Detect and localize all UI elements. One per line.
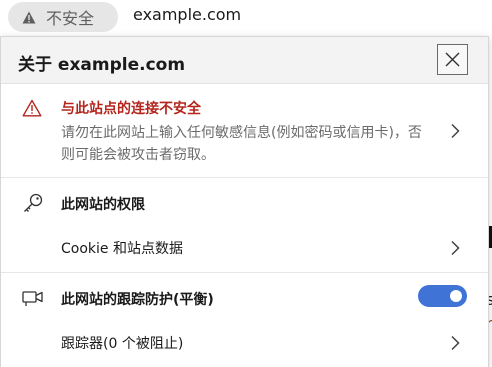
close-button[interactable] [437,44,468,75]
tracking-prevention-title: 此网站的跟踪防护(平衡) [61,292,214,308]
insecure-connection-description: 请勿在此网站上输入任何敏感信息(例如密码或信用卡)，否则可能会被攻击者窃取。 [61,125,422,163]
camera-icon [22,291,43,306]
insecure-connection-title: 与此站点的连接不安全 [61,101,201,117]
trackers-label: 跟踪器(0 个被阻止) [61,336,184,352]
close-icon [445,52,460,67]
site-info-panel: 关于 example.com 与此站点的连接不安全 请勿在此网站上输入任何敏感信… [0,36,489,367]
panel-header: 关于 example.com [1,37,488,84]
panel-title: 关于 example.com [18,55,186,75]
cookie-site-data-label: Cookie 和站点数据 [61,241,183,257]
cookie-site-data-row[interactable]: Cookie 和站点数据 [1,228,488,273]
chevron-right-icon [451,240,460,256]
warning-triangle-icon [22,11,36,23]
tracking-prevention-toggle[interactable] [418,285,467,307]
insecure-connection-row[interactable]: 与此站点的连接不安全 请勿在此网站上输入任何敏感信息(例如密码或信用卡)，否则可… [1,84,488,178]
trackers-row[interactable]: 跟踪器(0 个被阻止) [1,323,488,367]
security-label: 不安全 [46,9,95,28]
chevron-right-icon [451,335,460,351]
chevron-right-icon [451,123,460,139]
address-bar: 不安全 example.com [0,0,492,34]
warning-triangle-icon [22,99,42,117]
key-icon [24,193,43,212]
tracking-prevention-row: 此网站的跟踪防护(平衡) [1,273,488,323]
security-indicator-button[interactable]: 不安全 [8,2,118,32]
permissions-title: 此网站的权限 [61,197,145,213]
address-url[interactable]: example.com [133,5,241,24]
toggle-knob [450,290,462,302]
permissions-section-header: 此网站的权限 [1,178,488,228]
